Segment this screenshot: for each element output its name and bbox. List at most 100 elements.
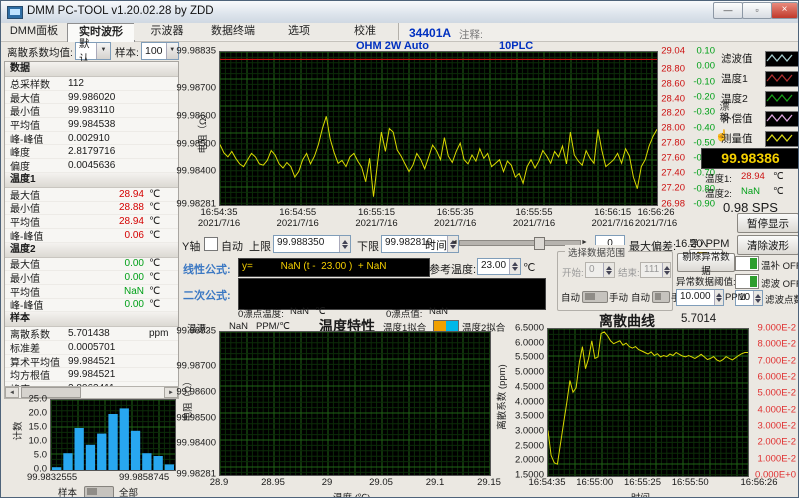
outlier-threshold-input[interactable]: 10.000 [676,289,724,306]
slider-thumb[interactable] [534,236,546,250]
minimize-button[interactable]: — [713,2,743,19]
range-start-auto-toggle[interactable] [582,291,608,303]
legend-item-4[interactable]: 补偿值 [721,110,798,127]
title-bar[interactable]: DMM PC-TOOL v1.20.02.28 by ZDD — ▫ × [1,1,798,24]
clear-waveform-button[interactable]: 清除波形 [737,235,798,255]
axis-tick: 3.5000 [514,410,544,422]
temp2-readout-label: 温度2: [705,189,732,200]
close-button[interactable]: × [771,2,798,19]
remove-outliers-button[interactable]: 剔除异常数据 [677,252,735,277]
axis-tick: 29.15 [477,477,501,488]
ref-temp-label: 参考温度: [429,264,477,276]
spinner-arrows[interactable] [339,236,350,252]
ref-temp-unit: ℃ [523,262,536,274]
axis-tick: 99.98500 [176,412,216,423]
spinner-arrows[interactable] [662,263,670,277]
axis-tick: 5.000E-2 [757,387,796,399]
legend-item-5[interactable]: 测量值 [721,130,798,147]
stats-panel: 数据 总采样数 112 最大值 99.986020 最小值 99.983110 平均值 99.9… [4,61,179,387]
temp1-readout-unit: ℃ [773,171,784,182]
axis-tick: 20.0 [28,407,48,419]
range-end-input[interactable]: 111 [640,262,671,278]
legend-item-2[interactable]: 温度1 [721,70,798,87]
ref-temp-input[interactable]: 23.00 [477,258,521,275]
tab-data-terminal[interactable]: 数据终端 [200,23,267,40]
histogram-yaxis: 25.0 20.0 15.0 10.0 5.0 0.0 [25,394,48,475]
axis-tick: 4.000E-2 [757,404,796,416]
waveform-icon [765,110,798,127]
spinner-arrows[interactable] [603,263,614,277]
upper-limit-input[interactable]: 99.988350 [273,235,351,253]
axis-tick: 29 [321,477,333,488]
axis-tick: 16:55:35 2021/7/16 [434,207,477,229]
zero-drift-temp-value: NaN [290,306,310,317]
data-range-title: 选择数据范围 [565,245,629,259]
axis-tick: 0.10 [696,45,716,57]
legend-item-3[interactable]: 温度2 [721,90,798,107]
stats-section-header: 温度2 [5,242,178,258]
filter-checkbox[interactable] [735,274,759,289]
filter-label: 滤波 OFF [761,279,799,290]
dispersion-yaxis: 6.5000 6.0000 5.5000 5.0000 4.5000 4.0000 3.50… [507,323,545,481]
note-label: 注释: [459,29,483,41]
upper-limit-label: 上限 [249,241,271,253]
sample-all-toggle[interactable] [84,486,114,497]
range-start-auto-label: 自动 [561,293,581,304]
dispersion-mean-dropdown[interactable]: 默认 ▼ [75,38,111,65]
temp-comp-label: 温补 OFF [761,261,799,272]
range-end-auto-toggle[interactable] [652,291,670,303]
tab-dmm-panel[interactable]: DMM面板 [1,23,68,40]
axis-tick: 5.0 [33,449,47,461]
axis-tick: 6.000E-2 [757,371,796,383]
histogram-plot [50,399,176,471]
axis-tick: 28.00 [661,122,685,134]
temp-char-xaxis: 28.9 28.95 29 29.05 29.1 29.15 [210,477,501,489]
axis-tick: 29.1 [425,477,445,488]
waveform-icon [765,70,798,87]
spinner-arrows[interactable] [713,290,723,305]
temp-char-plot [219,331,491,476]
slider-left-icon[interactable]: ◄ [451,239,459,246]
range-start-input[interactable]: 0 [585,262,615,278]
legend-label: 温度2 [721,93,748,105]
dispersion-value: 5.7014 [681,313,717,325]
temp-comp-checkbox[interactable] [735,256,759,271]
axis-tick: 99.98835 [176,325,216,337]
stats-section-header: 温度1 [5,172,178,188]
axis-tick: 5.0000 [514,366,544,378]
axis-tick: 28.60 [661,78,685,90]
legend-item-1[interactable]: 滤波值 [721,50,798,67]
axis-tick: 5.5000 [514,351,544,363]
spinner-arrows[interactable] [509,259,520,274]
dropdown-arrow-icon[interactable]: ▼ [96,43,110,59]
axis-tick: 16:56:26 2021/7/16 [634,207,678,229]
stat-row: 偏度 0.0045636 [5,159,178,173]
yaxis-auto-checkbox[interactable] [204,237,218,251]
axis-tick: 3.0000 [514,425,544,437]
tab-calibration[interactable]: 校准 [332,23,399,40]
axis-tick: 6.5000 [514,322,544,334]
axis-tick: 15.0 [28,421,48,433]
legend-label: 滤波值 [721,53,753,65]
axis-tick: 16:54:35 [528,477,566,488]
tab-options[interactable]: 选项 [266,23,333,40]
temp2-readout-unit: ℃ [773,186,784,197]
range-end-auto-label: 自动 [631,293,651,304]
temp-char-xlabel: 温度 (℃) [333,490,370,497]
maximize-button[interactable]: ▫ [742,2,772,19]
lower-limit-input[interactable]: 99.982810 [381,235,459,253]
instrument-model: 34401A [409,26,452,40]
spinner-arrows[interactable] [753,291,762,305]
axis-tick: 27.80 [661,137,685,149]
axis-tick: 16:56:26 [740,477,778,488]
stat-row: 峰-峰值 0.00 ℃ [5,299,178,312]
zero-drift-temp-label: 0漂点温度: [238,309,284,320]
legend-label: 温度1 [721,73,748,85]
scroll-left-icon[interactable]: ◄ [5,387,19,398]
axis-tick: -0.50 [693,137,715,149]
tab-oscilloscope[interactable]: 示波器 [134,23,201,40]
axis-tick: 28.95 [261,477,285,488]
pause-display-button[interactable]: 暂停显示 [737,213,798,233]
axis-tick: 9.000E-2 [757,322,796,334]
waveform-icon [765,90,798,107]
